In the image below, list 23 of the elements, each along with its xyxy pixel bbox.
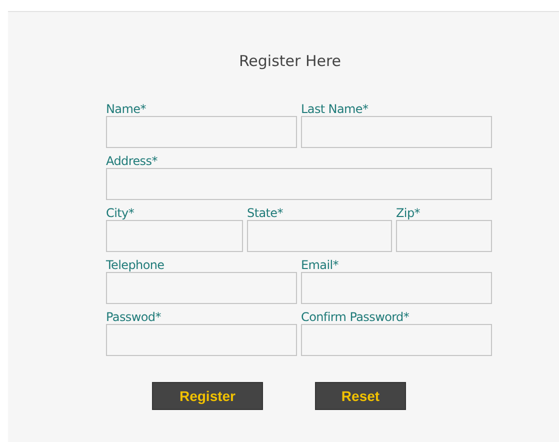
input-field[interactable] — [106, 220, 243, 252]
field-label: State* — [247, 206, 284, 220]
input-field[interactable] — [301, 324, 492, 356]
input-field[interactable] — [396, 220, 492, 252]
reset-button[interactable]: Reset — [315, 382, 406, 410]
field-label: Last Name* — [301, 102, 370, 116]
input-field[interactable] — [106, 116, 297, 148]
input-field[interactable] — [106, 168, 492, 200]
field-label: Telephone — [106, 258, 166, 272]
input-field[interactable] — [301, 272, 492, 304]
input-field[interactable] — [301, 116, 492, 148]
field-label: Address* — [106, 154, 158, 168]
register-button[interactable]: Register — [152, 382, 263, 410]
input-field[interactable] — [247, 220, 392, 252]
form-title: Register Here — [238, 51, 342, 70]
input-field[interactable] — [106, 272, 297, 304]
input-field[interactable] — [106, 324, 297, 356]
field-label: Passwod* — [106, 310, 162, 324]
field-label: Name* — [106, 102, 147, 116]
field-label: Email* — [301, 258, 340, 272]
field-label: City* — [106, 206, 136, 220]
field-label: Confirm Password* — [301, 310, 410, 324]
field-label: Zip* — [396, 206, 421, 220]
